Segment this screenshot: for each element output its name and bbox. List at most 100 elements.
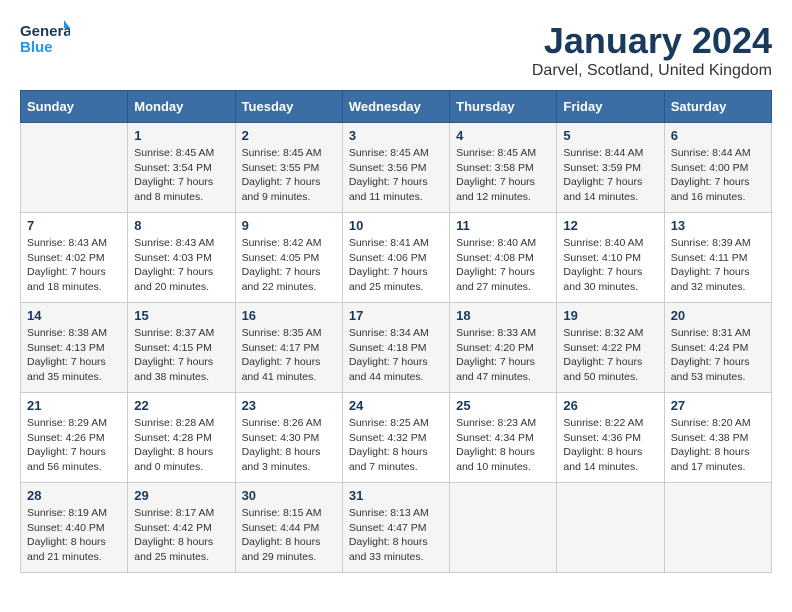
calendar-week-4: 21Sunrise: 8:29 AMSunset: 4:26 PMDayligh…: [21, 393, 772, 483]
day-number: 14: [27, 308, 121, 323]
calendar-cell: 18 Sunrise: 8:33 AMSunset: 4:20 PMDayligh…: [450, 303, 557, 393]
header: GeneralBlue January 2024 Darvel, Scotlan…: [20, 20, 772, 80]
day-number: 21: [27, 398, 121, 413]
calendar-header-row: SundayMondayTuesdayWednesdayThursdayFrid…: [21, 91, 772, 123]
calendar-cell: 5 Sunrise: 8:44 AMSunset: 3:59 PMDaylight…: [557, 123, 664, 213]
day-info: Sunrise: 8:37 AMSunset: 4:15 PMDaylight:…: [134, 326, 228, 385]
calendar-cell: [21, 123, 128, 213]
day-info: Sunrise: 8:26 AMSunset: 4:30 PMDaylight:…: [242, 416, 336, 475]
month-title: January 2024: [532, 20, 772, 62]
day-number: 12: [563, 218, 657, 233]
day-info: Sunrise: 8:40 AMSunset: 4:08 PMDaylight:…: [456, 236, 550, 295]
calendar-week-1: 1 Sunrise: 8:45 AMSunset: 3:54 PMDaylight…: [21, 123, 772, 213]
day-number: 15: [134, 308, 228, 323]
day-number: 13: [671, 218, 765, 233]
calendar-cell: 2 Sunrise: 8:45 AMSunset: 3:55 PMDaylight…: [235, 123, 342, 213]
day-info: Sunrise: 8:31 AMSunset: 4:24 PMDaylight:…: [671, 326, 765, 385]
header-day-sunday: Sunday: [21, 91, 128, 123]
calendar-cell: 30 Sunrise: 8:15 AMSunset: 4:44 PMDayligh…: [235, 483, 342, 573]
calendar-cell: 6Sunrise: 8:44 AMSunset: 4:00 PMDaylight…: [664, 123, 771, 213]
calendar-week-5: 28Sunrise: 8:19 AMSunset: 4:40 PMDayligh…: [21, 483, 772, 573]
day-info: Sunrise: 8:41 AMSunset: 4:06 PMDaylight:…: [349, 236, 443, 295]
day-number: 25: [456, 398, 550, 413]
day-number: 26: [563, 398, 657, 413]
svg-text:General: General: [20, 23, 70, 40]
calendar-cell: 17 Sunrise: 8:34 AMSunset: 4:18 PMDayligh…: [342, 303, 449, 393]
day-number: 8: [134, 218, 228, 233]
day-number: 17: [349, 308, 443, 323]
calendar-cell: 12 Sunrise: 8:40 AMSunset: 4:10 PMDayligh…: [557, 213, 664, 303]
title-area: January 2024 Darvel, Scotland, United Ki…: [532, 20, 772, 80]
svg-text:Blue: Blue: [20, 39, 53, 56]
calendar-cell: 26 Sunrise: 8:22 AMSunset: 4:36 PMDayligh…: [557, 393, 664, 483]
calendar-cell: 14 Sunrise: 8:38 AMSunset: 4:13 PMDayligh…: [21, 303, 128, 393]
day-number: 6: [671, 128, 765, 143]
day-info: Sunrise: 8:32 AMSunset: 4:22 PMDaylight:…: [563, 326, 657, 385]
day-number: 16: [242, 308, 336, 323]
location-title: Darvel, Scotland, United Kingdom: [532, 62, 772, 80]
day-info: Sunrise: 8:20 AMSunset: 4:38 PMDaylight:…: [671, 416, 765, 475]
day-info: Sunrise: 8:42 AMSunset: 4:05 PMDaylight:…: [242, 236, 336, 295]
day-number: 29: [134, 488, 228, 503]
day-number: 22: [134, 398, 228, 413]
calendar-cell: 22Sunrise: 8:28 AMSunset: 4:28 PMDayligh…: [128, 393, 235, 483]
calendar-cell: 16 Sunrise: 8:35 AMSunset: 4:17 PMDayligh…: [235, 303, 342, 393]
calendar-cell: 31Sunrise: 8:13 AMSunset: 4:47 PMDayligh…: [342, 483, 449, 573]
calendar-cell: 23Sunrise: 8:26 AMSunset: 4:30 PMDayligh…: [235, 393, 342, 483]
calendar-cell: 29 Sunrise: 8:17 AMSunset: 4:42 PMDayligh…: [128, 483, 235, 573]
header-day-thursday: Thursday: [450, 91, 557, 123]
calendar-cell: 25 Sunrise: 8:23 AMSunset: 4:34 PMDayligh…: [450, 393, 557, 483]
day-number: 28: [27, 488, 121, 503]
day-info: Sunrise: 8:43 AMSunset: 4:02 PMDaylight:…: [27, 236, 121, 295]
day-info: Sunrise: 8:45 AMSunset: 3:58 PMDaylight:…: [456, 146, 550, 205]
day-info: Sunrise: 8:35 AMSunset: 4:17 PMDaylight:…: [242, 326, 336, 385]
calendar-table: SundayMondayTuesdayWednesdayThursdayFrid…: [20, 90, 772, 573]
day-number: 24: [349, 398, 443, 413]
header-day-friday: Friday: [557, 91, 664, 123]
calendar-cell: 15 Sunrise: 8:37 AMSunset: 4:15 PMDayligh…: [128, 303, 235, 393]
day-info: Sunrise: 8:17 AMSunset: 4:42 PMDaylight:…: [134, 506, 228, 565]
day-info: Sunrise: 8:43 AMSunset: 4:03 PMDaylight:…: [134, 236, 228, 295]
day-number: 31: [349, 488, 443, 503]
day-info: Sunrise: 8:38 AMSunset: 4:13 PMDaylight:…: [27, 326, 121, 385]
day-info: Sunrise: 8:40 AMSunset: 4:10 PMDaylight:…: [563, 236, 657, 295]
day-info: Sunrise: 8:23 AMSunset: 4:34 PMDaylight:…: [456, 416, 550, 475]
day-number: 19: [563, 308, 657, 323]
calendar-cell: 10 Sunrise: 8:41 AMSunset: 4:06 PMDayligh…: [342, 213, 449, 303]
day-number: 10: [349, 218, 443, 233]
day-number: 18: [456, 308, 550, 323]
day-info: Sunrise: 8:39 AMSunset: 4:11 PMDaylight:…: [671, 236, 765, 295]
calendar-cell: 7 Sunrise: 8:43 AMSunset: 4:02 PMDaylight…: [21, 213, 128, 303]
header-day-monday: Monday: [128, 91, 235, 123]
header-day-saturday: Saturday: [664, 91, 771, 123]
calendar-cell: 19 Sunrise: 8:32 AMSunset: 4:22 PMDayligh…: [557, 303, 664, 393]
day-info: Sunrise: 8:44 AMSunset: 3:59 PMDaylight:…: [563, 146, 657, 205]
day-info: Sunrise: 8:22 AMSunset: 4:36 PMDaylight:…: [563, 416, 657, 475]
day-number: 1: [134, 128, 228, 143]
day-info: Sunrise: 8:34 AMSunset: 4:18 PMDaylight:…: [349, 326, 443, 385]
day-info: Sunrise: 8:45 AMSunset: 3:56 PMDaylight:…: [349, 146, 443, 205]
header-day-wednesday: Wednesday: [342, 91, 449, 123]
calendar-cell: 3 Sunrise: 8:45 AMSunset: 3:56 PMDaylight…: [342, 123, 449, 213]
day-info: Sunrise: 8:45 AMSunset: 3:54 PMDaylight:…: [134, 146, 228, 205]
day-info: Sunrise: 8:15 AMSunset: 4:44 PMDaylight:…: [242, 506, 336, 565]
day-number: 30: [242, 488, 336, 503]
day-info: Sunrise: 8:33 AMSunset: 4:20 PMDaylight:…: [456, 326, 550, 385]
calendar-cell: 1 Sunrise: 8:45 AMSunset: 3:54 PMDaylight…: [128, 123, 235, 213]
calendar-cell: 24Sunrise: 8:25 AMSunset: 4:32 PMDayligh…: [342, 393, 449, 483]
calendar-cell: 8 Sunrise: 8:43 AMSunset: 4:03 PMDaylight…: [128, 213, 235, 303]
calendar-cell: 28Sunrise: 8:19 AMSunset: 4:40 PMDayligh…: [21, 483, 128, 573]
day-info: Sunrise: 8:45 AMSunset: 3:55 PMDaylight:…: [242, 146, 336, 205]
calendar-cell: [450, 483, 557, 573]
day-number: 27: [671, 398, 765, 413]
calendar-cell: 11Sunrise: 8:40 AMSunset: 4:08 PMDayligh…: [450, 213, 557, 303]
day-number: 2: [242, 128, 336, 143]
calendar-cell: 9 Sunrise: 8:42 AMSunset: 4:05 PMDaylight…: [235, 213, 342, 303]
day-number: 3: [349, 128, 443, 143]
calendar-cell: 13 Sunrise: 8:39 AMSunset: 4:11 PMDayligh…: [664, 213, 771, 303]
day-number: 5: [563, 128, 657, 143]
calendar-cell: [664, 483, 771, 573]
day-number: 7: [27, 218, 121, 233]
logo-svg: GeneralBlue: [20, 20, 70, 56]
day-number: 9: [242, 218, 336, 233]
